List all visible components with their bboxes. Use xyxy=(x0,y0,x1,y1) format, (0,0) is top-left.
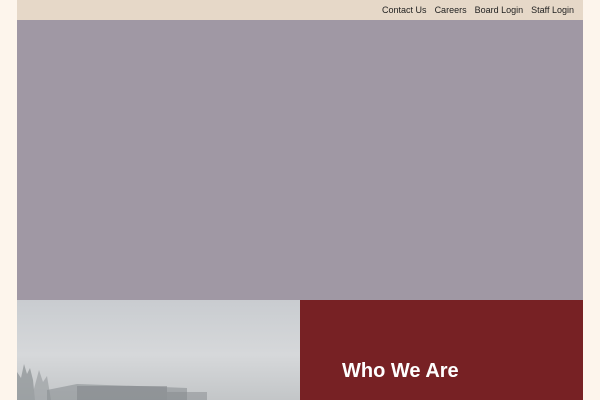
utility-nav: Contact Us Careers Board Login Staff Log… xyxy=(17,0,583,20)
building-photo xyxy=(17,300,300,400)
staff-login-link[interactable]: Staff Login xyxy=(531,5,574,15)
who-we-are-heading: Who We Are xyxy=(342,360,459,382)
who-we-are-section: Who We Are xyxy=(300,300,583,400)
hero-banner xyxy=(17,20,583,300)
board-login-link[interactable]: Board Login xyxy=(475,5,524,15)
contact-us-link[interactable]: Contact Us xyxy=(382,5,427,15)
careers-link[interactable]: Careers xyxy=(435,5,467,15)
building-photo-image xyxy=(17,364,207,400)
page-container: Contact Us Careers Board Login Staff Log… xyxy=(17,0,583,400)
